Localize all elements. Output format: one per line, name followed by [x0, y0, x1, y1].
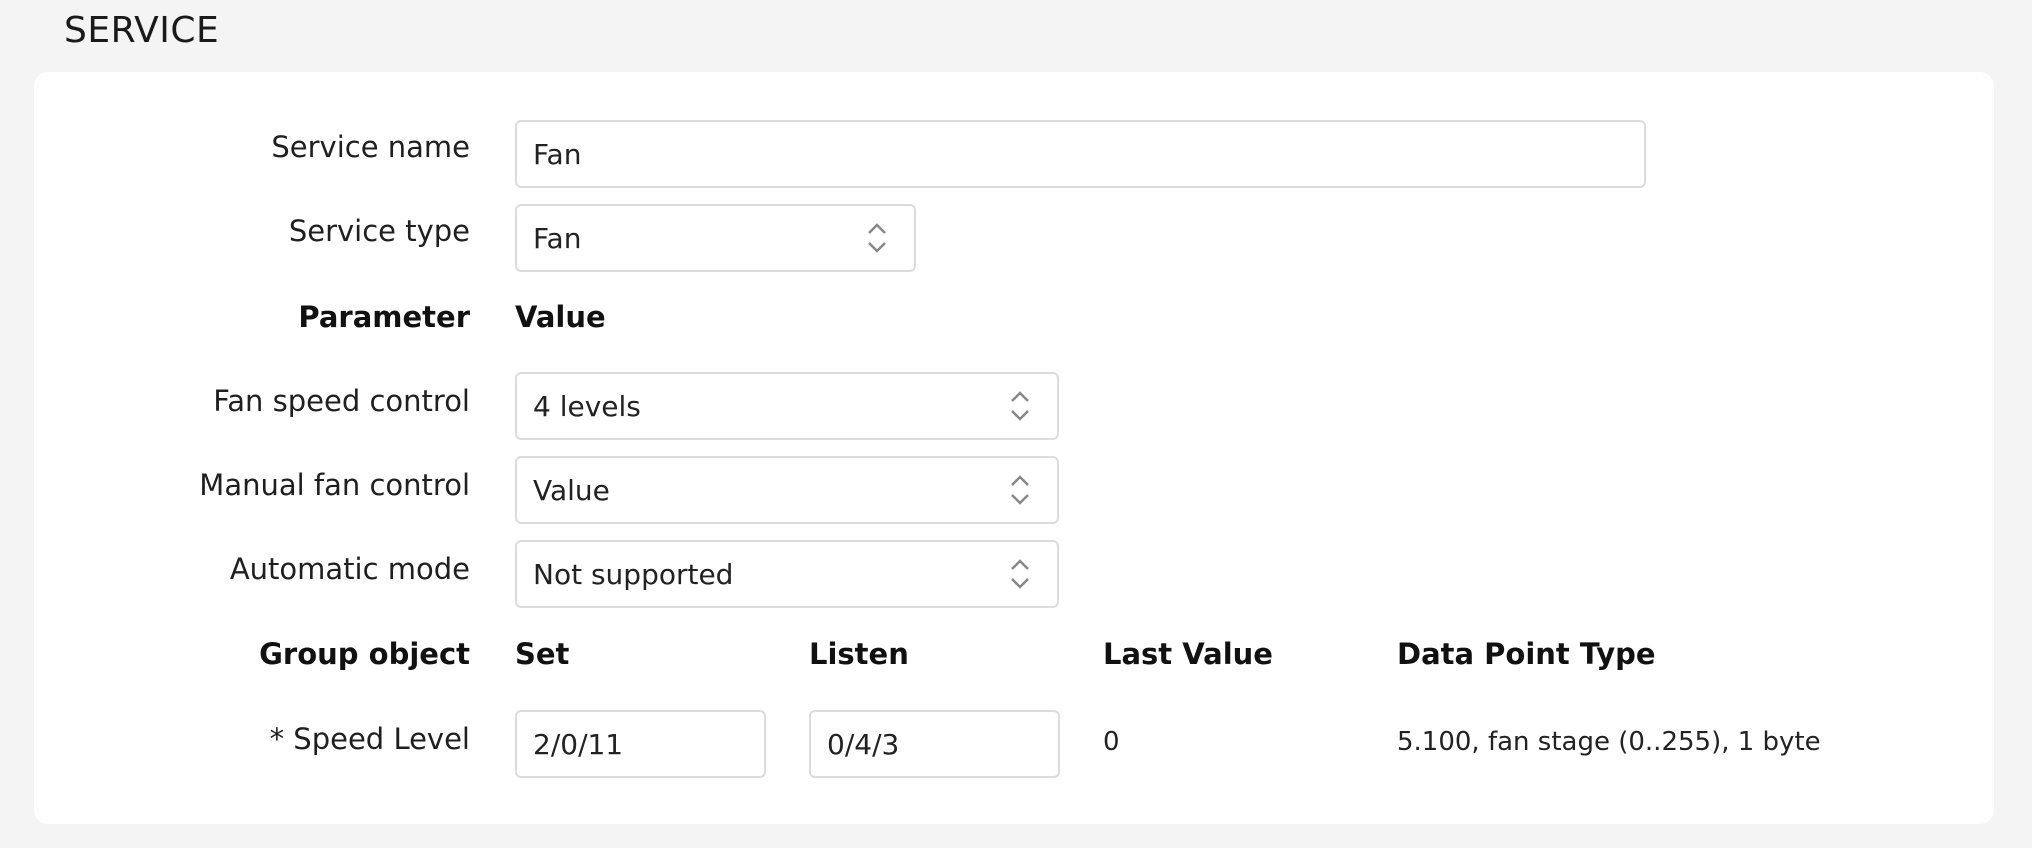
data-point-type-header: Data Point Type — [1397, 637, 1656, 671]
updown-chevron-icon — [1011, 559, 1029, 589]
service-name-label: Service name — [271, 130, 470, 164]
set-header: Set — [515, 637, 570, 671]
fan-speed-control-label: Fan speed control — [213, 384, 470, 418]
service-type-select[interactable]: Fan — [515, 204, 916, 272]
data-point-type-value: 5.100, fan stage (0..255), 1 byte — [1397, 727, 1821, 757]
manual-fan-control-select[interactable]: Value — [515, 456, 1059, 524]
listen-header: Listen — [809, 637, 909, 671]
last-value: 0 — [1103, 727, 1120, 757]
automatic-mode-value: Not supported — [533, 557, 734, 591]
fan-speed-control-select[interactable]: 4 levels — [515, 372, 1059, 440]
value-header: Value — [515, 300, 606, 334]
manual-fan-control-value: Value — [533, 473, 610, 507]
group-object-header: Group object — [259, 637, 470, 671]
automatic-mode-select[interactable]: Not supported — [515, 540, 1059, 608]
section-title: SERVICE — [64, 10, 220, 51]
group-object-name: * Speed Level — [269, 722, 470, 756]
updown-chevron-icon — [1011, 391, 1029, 421]
service-type-value: Fan — [533, 221, 582, 255]
listen-address-input[interactable] — [809, 710, 1060, 778]
manual-fan-control-label: Manual fan control — [199, 468, 470, 502]
last-value-header: Last Value — [1103, 637, 1273, 671]
service-card: Service name Service type Fan Parameter … — [34, 72, 1994, 824]
service-name-input[interactable] — [515, 120, 1646, 188]
fan-speed-control-value: 4 levels — [533, 389, 641, 423]
parameter-header: Parameter — [298, 300, 470, 334]
updown-chevron-icon — [1011, 475, 1029, 505]
automatic-mode-label: Automatic mode — [229, 552, 470, 586]
set-address-input[interactable] — [515, 710, 766, 778]
service-type-label: Service type — [288, 214, 470, 248]
updown-chevron-icon — [868, 223, 886, 253]
